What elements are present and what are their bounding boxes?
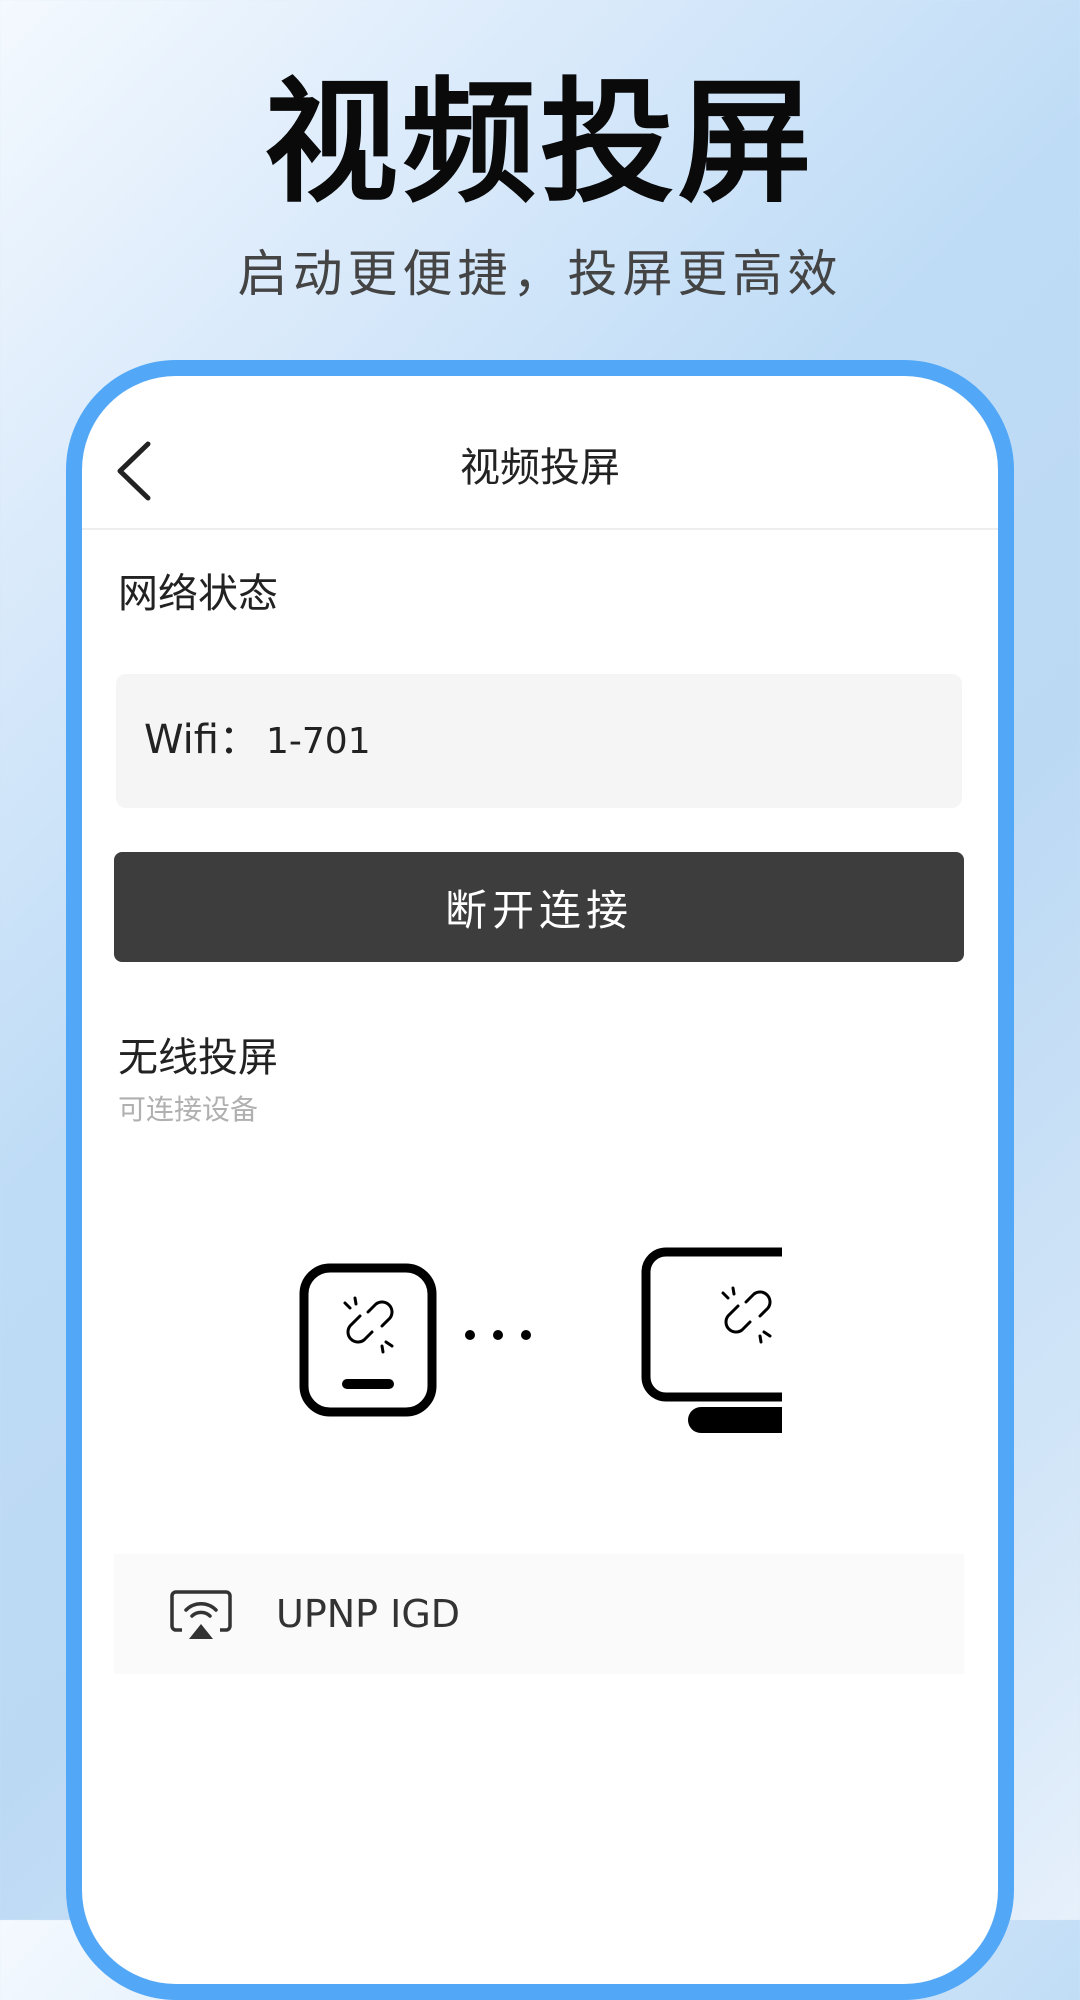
broken-link-icon [721, 1286, 772, 1344]
device-name: UPNP IGD [276, 1592, 461, 1636]
promo-title: 视频投屏 [263, 65, 816, 221]
phone-frame: 视频投屏 网络状态 Wifi： 1-701 断开连接 无线投屏 可连接设备 UP… [66, 360, 1014, 2000]
phone-icon [299, 1263, 437, 1417]
wifi-name: 1-701 [266, 721, 371, 762]
dots-connector [465, 1330, 531, 1340]
app-header: 视频投屏 [82, 376, 998, 530]
network-section-label: 网络状态 [118, 571, 278, 617]
cast-screen-icon [170, 1590, 232, 1639]
page-title: 视频投屏 [460, 445, 620, 491]
device-list-item[interactable]: UPNP IGD [114, 1554, 964, 1674]
broken-link-icon [343, 1296, 394, 1354]
wifi-status-box: Wifi： 1-701 [116, 674, 962, 808]
disconnect-button[interactable]: 断开连接 [114, 852, 964, 962]
monitor-icon [641, 1247, 782, 1433]
wireless-section-sublabel: 可连接设备 [118, 1093, 259, 1126]
wireless-section-label: 无线投屏 [118, 1035, 278, 1081]
wifi-label: Wifi： [144, 717, 259, 763]
connection-illustration [299, 1247, 782, 1433]
promo-subtitle: 启动更便捷，投屏更高效 [237, 245, 843, 303]
